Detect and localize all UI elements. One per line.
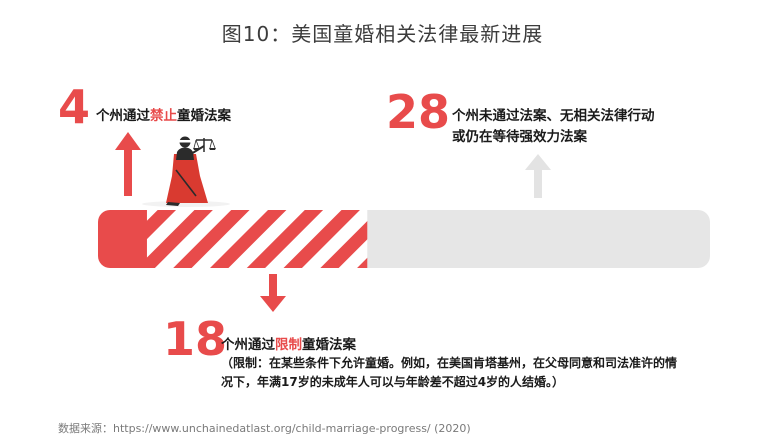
banned-label: 个州通过禁止童婚法案 [96, 104, 231, 124]
none-count: 28 [386, 85, 451, 139]
annotation-banned: 4 [58, 84, 90, 130]
source-note: 数据来源：https://www.unchainedatlast.org/chi… [58, 422, 471, 435]
restriction-note-line1: （限制：在某些条件下允许童婚。例如，在美国肯塔基州，在父母同意和司法准许的情 [221, 356, 678, 370]
lady-justice-icon [142, 136, 230, 207]
arrow-up-banned [115, 132, 141, 196]
banned-count: 4 [58, 80, 91, 134]
bar-segment-2 [367, 210, 710, 268]
bar-segment-0 [98, 210, 148, 268]
restricted-label-highlight: 限制 [275, 337, 302, 353]
arrow-down-restricted [260, 274, 286, 312]
bar-segment-1 [146, 210, 368, 268]
restricted-label: 个州通过限制童婚法案 [221, 333, 356, 353]
banned-label-post: 童婚法案 [177, 108, 231, 124]
restricted-label-pre: 个州通过 [221, 337, 275, 353]
arrow-up-none [525, 154, 551, 198]
restriction-note-line2: 况下，年满17岁的未成年人可以与年龄差不超过4岁的人结婚。） [221, 375, 565, 389]
restricted-count: 18 [163, 312, 228, 366]
none-label-line1: 个州未通过法案、无相关法律行动 [452, 108, 655, 124]
banned-label-pre: 个州通过 [96, 108, 150, 124]
banned-label-highlight: 禁止 [150, 108, 177, 124]
restricted-label-post: 童婚法案 [302, 337, 356, 353]
none-label-line2: 或仍在等待强效力法案 [452, 129, 587, 145]
